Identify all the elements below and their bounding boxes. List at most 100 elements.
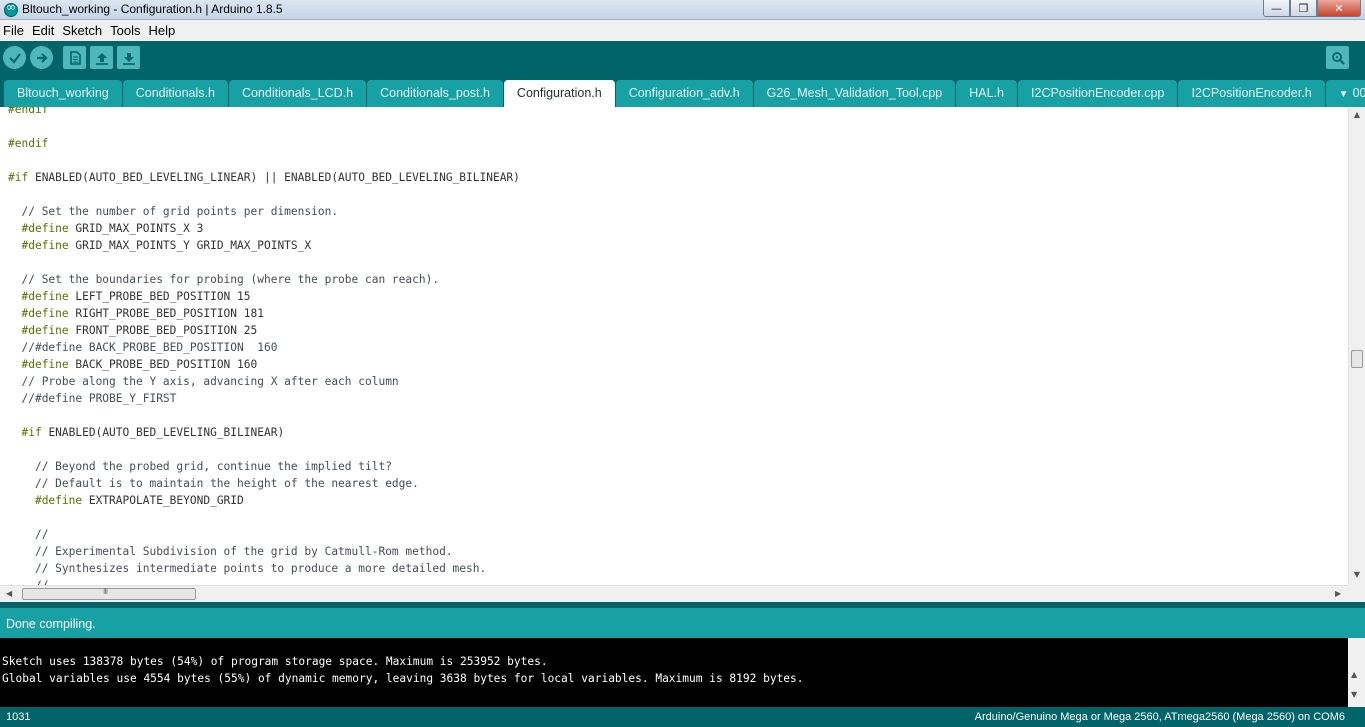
scroll-right-icon[interactable]: ▶: [1335, 589, 1341, 598]
code-line[interactable]: #define EXTRAPOLATE_BEYOND_GRID: [8, 492, 520, 509]
code-line[interactable]: //: [8, 526, 520, 543]
save-button[interactable]: [117, 46, 140, 69]
scroll-thumb[interactable]: [1351, 350, 1363, 368]
window-controls: — ❐ ✕: [1263, 0, 1361, 18]
code-token: BACK_PROBE_BED_POSITION 160: [68, 358, 258, 371]
save-icon: [122, 52, 135, 65]
code-comment: // Set the number of grid points per dim…: [21, 205, 339, 218]
tab-configuration-adv-h[interactable]: Configuration_adv.h: [615, 80, 753, 107]
code-token: RIGHT_PROBE_BED_POSITION 181: [68, 307, 264, 320]
code-line[interactable]: [8, 118, 520, 135]
new-icon: [69, 50, 81, 65]
minimize-button[interactable]: —: [1263, 0, 1290, 17]
tab-bltouch-working[interactable]: Bltouch_working: [4, 80, 122, 107]
code-line[interactable]: [8, 254, 520, 271]
code-line[interactable]: #define RIGHT_PROBE_BED_POSITION 181: [8, 305, 520, 322]
code-token: GRID_MAX_POINTS_X 3: [68, 222, 204, 235]
preprocessor-keyword: #define: [21, 358, 69, 371]
code-token: FRONT_PROBE_BED_POSITION 25: [68, 324, 258, 337]
code-line[interactable]: [8, 152, 520, 169]
preprocessor-keyword: #define: [21, 222, 69, 235]
board-info: Arduino/Genuino Mega or Mega 2560, ATmeg…: [974, 711, 1345, 723]
menu-file[interactable]: File: [3, 23, 28, 38]
tab-overflow-menu[interactable]: ▼00_F: [1325, 80, 1365, 107]
menu-sketch[interactable]: Sketch: [62, 23, 106, 38]
status-message: Done compiling.: [6, 617, 96, 631]
console-output[interactable]: Sketch uses 138378 bytes (54%) of progra…: [0, 638, 1348, 707]
window-title: Bltouch_working - Configuration.h | Ardu…: [22, 2, 283, 16]
code-line[interactable]: #define LEFT_PROBE_BED_POSITION 15: [8, 288, 520, 305]
code-line[interactable]: #if ENABLED(AUTO_BED_LEVELING_LINEAR) ||…: [8, 169, 520, 186]
maximize-button[interactable]: ❐: [1290, 0, 1317, 17]
preprocessor-keyword: #endif: [8, 137, 49, 150]
code-line[interactable]: // Synthesizes intermediate points to pr…: [8, 560, 520, 577]
code-line[interactable]: // Set the boundaries for probing (where…: [8, 271, 520, 288]
code-line[interactable]: #if ENABLED(AUTO_BED_LEVELING_BILINEAR): [8, 424, 520, 441]
code-line[interactable]: #define GRID_MAX_POINTS_X 3: [8, 220, 520, 237]
status-bar: Done compiling.: [0, 608, 1365, 638]
editor-vertical-scrollbar[interactable]: ▲ ▼: [1348, 107, 1365, 585]
code-line[interactable]: [8, 509, 520, 526]
tab-hal-h[interactable]: HAL.h: [956, 80, 1018, 107]
tab-i2c-position-encoder-h[interactable]: I2CPositionEncoder.h: [1178, 80, 1325, 107]
tab-overflow-label: 00_F: [1352, 86, 1365, 100]
code-line[interactable]: //: [8, 577, 520, 585]
scroll-down-icon[interactable]: ▼: [1352, 570, 1362, 580]
code-line[interactable]: #define GRID_MAX_POINTS_Y GRID_MAX_POINT…: [8, 237, 520, 254]
code-line[interactable]: // Experimental Subdivision of the grid …: [8, 543, 520, 560]
code-text[interactable]: #endif #endif #if ENABLED(AUTO_BED_LEVELIN…: [8, 107, 520, 585]
upload-icon: [36, 52, 48, 63]
upload-button[interactable]: [30, 46, 53, 69]
code-line[interactable]: // Probe along the Y axis, advancing X a…: [8, 373, 520, 390]
code-line[interactable]: [8, 441, 520, 458]
open-button[interactable]: [90, 46, 113, 69]
bottom-status-bar: 1031 Arduino/Genuino Mega or Mega 2560, …: [0, 707, 1365, 727]
console-scroll-down-icon[interactable]: ▼: [1351, 690, 1357, 699]
code-line[interactable]: #endif: [8, 107, 520, 118]
title-bar: Bltouch_working - Configuration.h | Ardu…: [0, 0, 1365, 20]
code-comment: // Set the boundaries for probing (where…: [21, 273, 440, 286]
scroll-left-icon[interactable]: ◀: [6, 589, 12, 598]
close-button[interactable]: ✕: [1317, 0, 1361, 17]
code-comment: // Probe along the Y axis, advancing X a…: [21, 375, 399, 388]
menu-edit[interactable]: Edit: [32, 23, 58, 38]
editor-horizontal-scrollbar[interactable]: ◀ ▶: [0, 585, 1348, 602]
code-token: EXTRAPOLATE_BEYOND_GRID: [82, 494, 244, 507]
serial-monitor-button[interactable]: [1326, 46, 1349, 69]
code-editor[interactable]: #endif #endif #if ENABLED(AUTO_BED_LEVELIN…: [0, 107, 1348, 585]
console-scrollbar[interactable]: ▲ ▼: [1348, 638, 1365, 707]
code-line[interactable]: [8, 186, 520, 203]
tab-conditionals-post-h[interactable]: Conditionals_post.h: [367, 80, 503, 107]
tab-i2c-position-encoder-cpp[interactable]: I2CPositionEncoder.cpp: [1018, 80, 1178, 107]
code-line[interactable]: // Beyond the probed grid, continue the …: [8, 458, 520, 475]
code-line[interactable]: // Default is to maintain the height of …: [8, 475, 520, 492]
code-line[interactable]: //#define BACK_PROBE_BED_POSITION 160: [8, 339, 520, 356]
code-line[interactable]: #define FRONT_PROBE_BED_POSITION 25: [8, 322, 520, 339]
console-scroll-up-icon[interactable]: ▲: [1351, 670, 1357, 679]
verify-icon: [8, 52, 21, 64]
menu-tools[interactable]: Tools: [110, 23, 144, 38]
preprocessor-keyword: #define: [21, 324, 69, 337]
tab-g26-mesh-validation-tool[interactable]: G26_Mesh_Validation_Tool.cpp: [753, 80, 956, 107]
preprocessor-keyword: #define: [21, 307, 69, 320]
preprocessor-keyword: #if: [8, 171, 29, 184]
console-line: Global variables use 4554 bytes (55%) of…: [2, 672, 804, 685]
code-line[interactable]: [8, 407, 520, 424]
hscroll-thumb[interactable]: [22, 587, 196, 600]
open-icon: [95, 52, 108, 65]
scroll-up-icon[interactable]: ▲: [1352, 110, 1362, 120]
code-token: ENABLED(AUTO_BED_LEVELING_BILINEAR): [41, 426, 285, 439]
code-line[interactable]: // Set the number of grid points per dim…: [8, 203, 520, 220]
menu-help[interactable]: Help: [148, 23, 179, 38]
code-line[interactable]: #endif: [8, 135, 520, 152]
code-line[interactable]: //#define PROBE_Y_FIRST: [8, 390, 520, 407]
scrollbar-corner: [1348, 585, 1365, 602]
code-token: GRID_MAX_POINTS_Y GRID_MAX_POINTS_X: [68, 239, 312, 252]
new-button[interactable]: [63, 46, 86, 69]
tab-conditionals-lcd-h[interactable]: Conditionals_LCD.h: [228, 80, 367, 107]
toolbar: [0, 41, 1365, 75]
tab-conditionals-h[interactable]: Conditionals.h: [122, 80, 228, 107]
verify-button[interactable]: [3, 46, 26, 69]
tab-configuration-h[interactable]: Configuration.h: [503, 80, 615, 107]
code-line[interactable]: #define BACK_PROBE_BED_POSITION 160: [8, 356, 520, 373]
